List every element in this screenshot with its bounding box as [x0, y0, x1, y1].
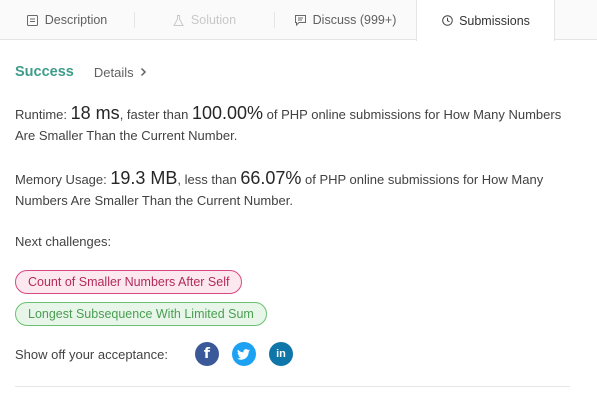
runtime-percent: 100.00%	[191, 103, 264, 123]
memory-comparison: , less than	[177, 172, 237, 187]
challenge-link-longest-subsequence[interactable]: Longest Subsequence With Limited Sum	[15, 302, 267, 326]
share-row: Show off your acceptance: f in	[15, 342, 293, 366]
tab-description-label: Description	[44, 13, 108, 27]
document-icon	[27, 14, 39, 26]
runtime-summary: Runtime: 18 ms, faster than 100.00% of P…	[15, 103, 575, 146]
facebook-icon[interactable]: f	[194, 342, 219, 366]
memory-value: 19.3 MB	[110, 168, 178, 188]
share-label: Show off your acceptance:	[15, 346, 168, 362]
details-label: Details	[93, 64, 134, 80]
result-header: Success Details	[15, 64, 147, 80]
memory-summary: Memory Usage: 19.3 MB, less than 66.07% …	[15, 168, 575, 211]
tab-discuss-label: Discuss (999+)	[312, 13, 397, 27]
status-badge: Success	[15, 64, 74, 80]
memory-percent: 66.07%	[240, 168, 302, 188]
chevron-right-icon	[140, 65, 147, 80]
tab-discuss[interactable]: Discuss (999+)	[275, 0, 416, 40]
tab-bar: Description Solution Discuss (999+) Subm…	[0, 0, 597, 41]
tab-submissions[interactable]: Submissions	[416, 0, 555, 41]
tab-solution[interactable]: Solution	[135, 0, 274, 40]
share-buttons: f in	[194, 342, 293, 366]
linkedin-icon[interactable]: in	[268, 342, 293, 366]
runtime-comparison: , faster than	[119, 107, 189, 122]
memory-label: Memory Usage:	[15, 172, 107, 187]
tab-description[interactable]: Description	[0, 0, 134, 40]
tab-solution-label: Solution	[190, 13, 237, 27]
clock-icon	[441, 15, 453, 27]
flask-icon	[173, 14, 185, 26]
chat-icon	[295, 14, 307, 26]
runtime-value: 18 ms	[70, 103, 120, 123]
section-divider	[15, 386, 570, 387]
twitter-icon[interactable]	[231, 342, 256, 366]
tab-submissions-label: Submissions	[459, 13, 530, 28]
next-challenges-label: Next challenges:	[15, 234, 112, 249]
runtime-label: Runtime:	[15, 107, 68, 122]
details-link[interactable]: Details	[94, 65, 147, 80]
challenge-link-count-smaller[interactable]: Count of Smaller Numbers After Self	[15, 270, 243, 294]
